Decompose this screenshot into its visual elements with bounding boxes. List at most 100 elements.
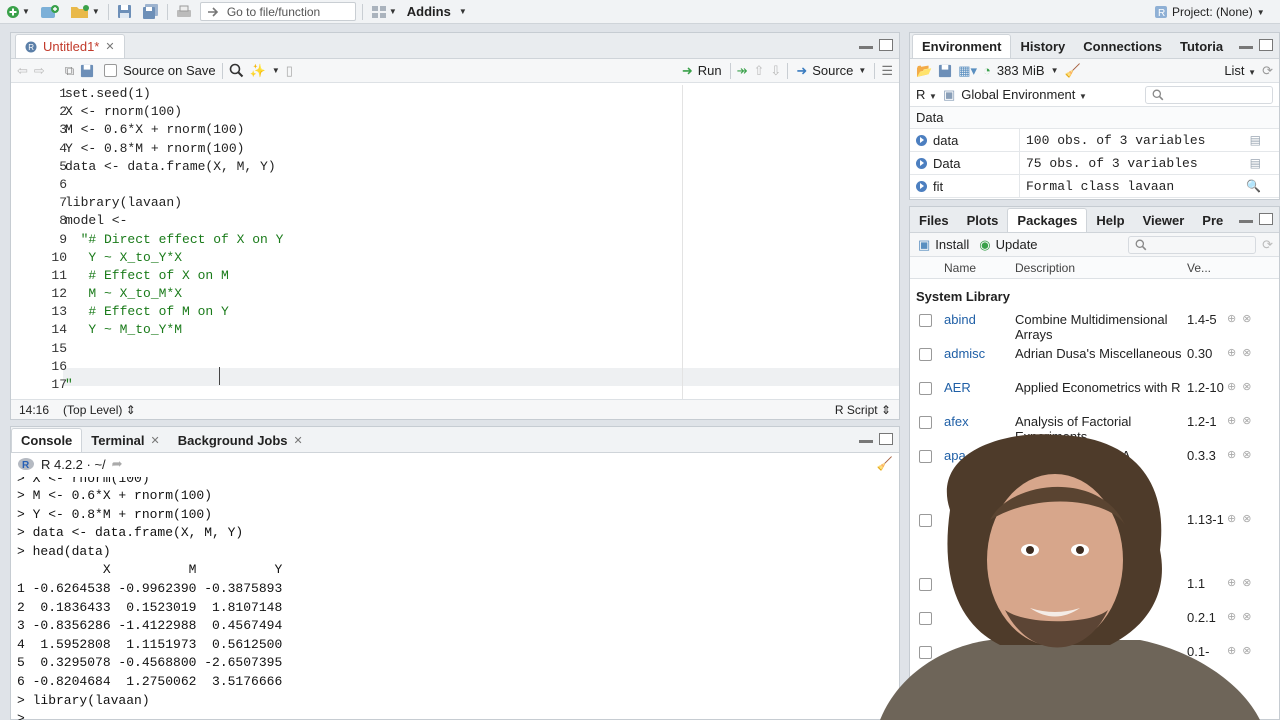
package-name-link[interactable]: abind <box>944 312 1015 327</box>
package-web-icon[interactable]: ⊕ <box>1227 312 1236 325</box>
tab-connections[interactable]: Connections <box>1074 34 1171 58</box>
print-button[interactable] <box>174 2 194 22</box>
tab-plots[interactable]: Plots <box>958 208 1008 232</box>
package-remove-icon[interactable]: ⊗ <box>1242 312 1251 325</box>
package-load-checkbox[interactable] <box>919 382 932 395</box>
tab-packages[interactable]: Packages <box>1007 208 1088 232</box>
minimize-icon[interactable] <box>1239 39 1253 49</box>
close-tab-icon[interactable]: ✕ <box>105 40 114 53</box>
install-button[interactable]: ▣ Install <box>916 235 971 255</box>
maximize-icon[interactable] <box>1259 39 1273 51</box>
expand-play-icon[interactable] <box>916 157 927 169</box>
new-project-button[interactable] <box>38 2 62 22</box>
open-file-button[interactable]: ▼ <box>68 2 102 22</box>
code-editor[interactable]: 1 2 3 4 5 6 7 8 9 10 11 12 13 14 15 16 17 set.seed(1) X <… <box>11 85 899 403</box>
minimize-icon[interactable] <box>859 39 873 49</box>
env-scope-select[interactable]: Global Environment ▼ <box>961 87 1087 102</box>
package-web-icon[interactable]: ⊕ <box>1227 414 1236 427</box>
env-search-input[interactable] <box>1145 85 1273 104</box>
view-mode-select[interactable]: List ▼ <box>1224 63 1256 78</box>
addins-menu[interactable]: Addins ▼ <box>405 2 469 22</box>
refresh-icon[interactable]: ⟳ <box>1262 63 1273 79</box>
tab-console[interactable]: Console <box>11 428 83 452</box>
refresh-icon[interactable]: ⟳ <box>1262 237 1273 253</box>
source-button[interactable]: ➜ Source ▼ <box>794 61 868 81</box>
goto-dir-icon[interactable]: ➦ <box>112 456 123 472</box>
console-line: 2 0.1836433 0.1523019 1.8107148 <box>17 599 283 615</box>
search-icon[interactable] <box>229 63 244 78</box>
package-web-icon[interactable]: ⊕ <box>1227 380 1236 393</box>
tab-tutorial[interactable]: Tutoria <box>1171 34 1232 58</box>
project-menu[interactable]: R Project: (None) ▼ <box>1152 2 1267 22</box>
language-select[interactable]: R ▼ <box>916 87 937 102</box>
save-icon[interactable] <box>938 64 952 78</box>
package-load-checkbox[interactable] <box>919 314 932 327</box>
view-table-icon[interactable]: ▤ <box>1250 156 1279 170</box>
go-up-icon[interactable]: ⇧ <box>754 63 765 79</box>
pane-layout-button[interactable]: ▼ <box>369 2 399 22</box>
minimize-icon[interactable] <box>1239 213 1253 223</box>
console-tabbar: Console Terminal ✕ Background Jobs ✕ <box>11 427 899 453</box>
outline-icon[interactable]: ☰ <box>881 63 893 79</box>
env-row[interactable]: Data 75 obs. of 3 variables ▤ <box>910 152 1279 175</box>
expand-play-icon[interactable] <box>916 180 927 192</box>
package-web-icon[interactable]: ⊕ <box>1227 346 1236 359</box>
save-button[interactable] <box>115 2 134 22</box>
memory-usage[interactable]: 383 MiB <box>997 63 1045 78</box>
col-version-header[interactable]: Ve... <box>1187 261 1211 275</box>
close-tab-icon[interactable]: ✕ <box>151 434 160 447</box>
show-in-window-icon[interactable]: ⧉ <box>65 63 74 79</box>
env-row[interactable]: fit Formal class lavaan 🔍 <box>910 175 1279 198</box>
package-load-checkbox[interactable] <box>919 416 932 429</box>
goto-file-input[interactable]: Go to file/function <box>199 2 356 21</box>
clear-workspace-icon[interactable]: 🧹 <box>1064 63 1080 79</box>
update-button[interactable]: ◉ Update <box>977 235 1039 255</box>
package-name-link[interactable]: afex <box>944 414 1015 429</box>
package-remove-icon[interactable]: ⊗ <box>1242 380 1251 393</box>
save-icon[interactable] <box>80 64 94 78</box>
tab-presentation[interactable]: Pre <box>1193 208 1232 232</box>
package-name-link[interactable]: AER <box>944 380 1015 395</box>
run-button[interactable]: ➜ Run <box>680 61 724 81</box>
inspect-icon[interactable]: 🔍 <box>1246 179 1279 193</box>
import-dataset-icon[interactable]: ▦▾ <box>958 63 977 79</box>
view-table-icon[interactable]: ▤ <box>1250 133 1279 147</box>
tab-untitled1[interactable]: R Untitled1* ✕ <box>15 34 125 58</box>
packages-search-input[interactable] <box>1128 235 1257 254</box>
maximize-icon[interactable] <box>879 39 893 51</box>
line-number: 3 <box>59 122 67 138</box>
tab-history[interactable]: History <box>1011 34 1074 58</box>
col-description-header[interactable]: Description <box>1015 261 1187 275</box>
package-load-checkbox[interactable] <box>919 348 932 361</box>
package-remove-icon[interactable]: ⊗ <box>1242 346 1251 359</box>
close-tab-icon[interactable]: ✕ <box>294 434 303 447</box>
forward-arrow-icon[interactable]: ⇨ <box>34 63 45 79</box>
go-down-icon[interactable]: ⇩ <box>770 63 781 79</box>
save-all-icon <box>142 4 158 19</box>
package-name-link[interactable]: admisc <box>944 346 1015 361</box>
env-row[interactable]: data 100 obs. of 3 variables ▤ <box>910 129 1279 152</box>
tab-viewer[interactable]: Viewer <box>1134 208 1194 232</box>
tab-help[interactable]: Help <box>1087 208 1133 232</box>
tab-environment[interactable]: Environment <box>912 34 1012 58</box>
tab-terminal[interactable]: Terminal ✕ <box>82 428 168 452</box>
package-remove-icon[interactable]: ⊗ <box>1242 414 1251 427</box>
magic-wand-icon[interactable]: ✨ <box>250 63 266 79</box>
load-workspace-icon[interactable]: 📂 <box>916 63 932 79</box>
new-file-button[interactable]: ▼ <box>4 2 32 22</box>
tab-background-jobs[interactable]: Background Jobs ✕ <box>169 428 312 452</box>
compile-report-icon[interactable]: ▯ <box>286 63 293 79</box>
col-name-header[interactable]: Name <box>944 261 1015 275</box>
save-all-button[interactable] <box>140 2 161 22</box>
expand-play-icon[interactable] <box>916 134 927 146</box>
tab-files[interactable]: Files <box>910 208 958 232</box>
back-arrow-icon[interactable]: ⇦ <box>17 63 28 79</box>
rerun-icon[interactable]: ↠ <box>737 63 748 79</box>
code-lines: set.seed(1) X <- rnorm(100) M <- 0.6*X + r… <box>65 85 899 394</box>
file-type-selector[interactable]: R Script ⇕ <box>835 403 891 417</box>
console-output[interactable]: > X <- rnorm(100) > M <- 0.6*X + rnorm(10… <box>11 475 899 720</box>
maximize-icon[interactable] <box>1259 213 1273 225</box>
scope-selector[interactable]: (Top Level) ⇕ <box>63 403 136 417</box>
source-on-save-checkbox[interactable] <box>104 64 118 77</box>
